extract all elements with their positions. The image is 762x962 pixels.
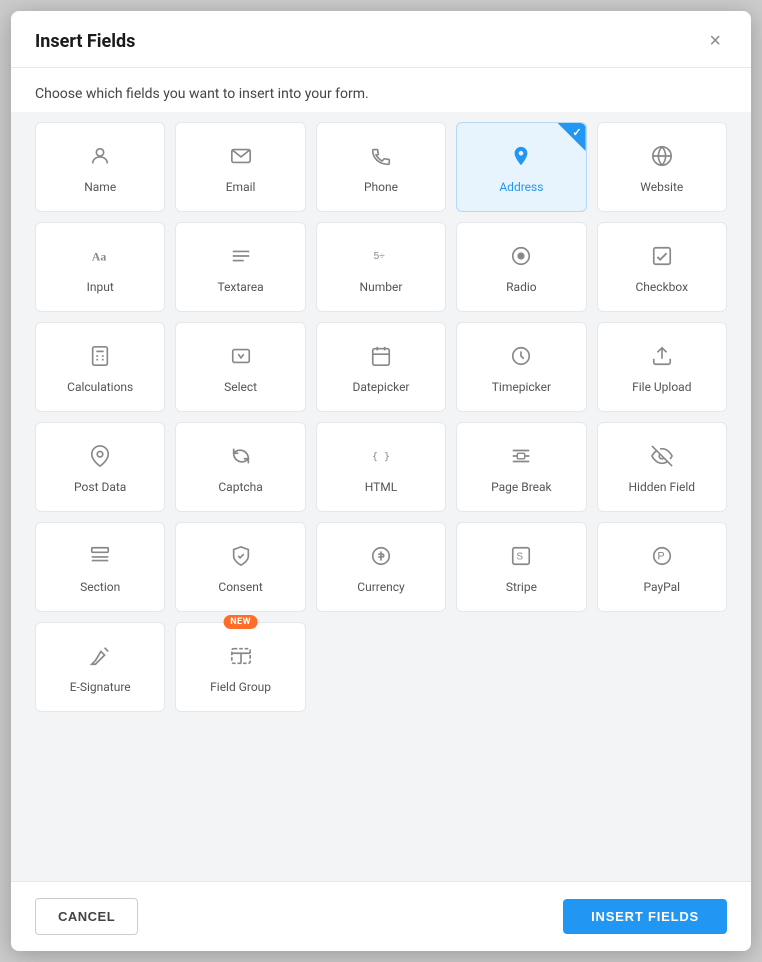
upload-icon bbox=[651, 345, 673, 372]
modal-body: Name Email Phone ✓ Address Website Aa Input Text… bbox=[11, 112, 751, 881]
modal-header: Insert Fields × bbox=[11, 11, 751, 68]
field-card-paypal[interactable]: P PayPal bbox=[597, 522, 727, 612]
input-icon: Aa bbox=[89, 245, 111, 272]
calc-icon bbox=[89, 345, 111, 372]
field-label-name: Name bbox=[84, 180, 116, 194]
field-label-checkbox: Checkbox bbox=[636, 280, 689, 294]
field-card-section[interactable]: Section bbox=[35, 522, 165, 612]
field-label-post-data: Post Data bbox=[74, 480, 126, 494]
signature-icon bbox=[89, 645, 111, 672]
field-label-page-break: Page Break bbox=[491, 480, 552, 494]
field-label-datepicker: Datepicker bbox=[352, 380, 409, 394]
fields-grid: Name Email Phone ✓ Address Website Aa Input Text… bbox=[35, 122, 727, 712]
field-card-post-data[interactable]: Post Data bbox=[35, 422, 165, 512]
field-label-consent: Consent bbox=[218, 580, 262, 594]
field-card-radio[interactable]: Radio bbox=[456, 222, 586, 312]
field-card-website[interactable]: Website bbox=[597, 122, 727, 212]
html-icon: { } bbox=[370, 445, 392, 472]
field-label-email: Email bbox=[226, 180, 256, 194]
svg-text:Aa: Aa bbox=[92, 249, 107, 263]
field-card-consent[interactable]: Consent bbox=[175, 522, 305, 612]
field-card-captcha[interactable]: Captcha bbox=[175, 422, 305, 512]
paypal-icon: P bbox=[651, 545, 673, 572]
location-icon bbox=[510, 145, 532, 172]
svg-text:P: P bbox=[657, 550, 664, 562]
field-label-input: Input bbox=[87, 280, 114, 294]
field-label-timepicker: Timepicker bbox=[492, 380, 551, 394]
date-icon bbox=[370, 345, 392, 372]
field-label-select: Select bbox=[224, 380, 257, 394]
field-label-textarea: Textarea bbox=[217, 280, 263, 294]
field-card-e-signature[interactable]: E-Signature bbox=[35, 622, 165, 712]
field-card-file-upload[interactable]: File Upload bbox=[597, 322, 727, 412]
field-label-e-signature: E-Signature bbox=[70, 680, 131, 694]
currency-icon bbox=[370, 545, 392, 572]
field-card-datepicker[interactable]: Datepicker bbox=[316, 322, 446, 412]
person-icon bbox=[89, 145, 111, 172]
field-card-address[interactable]: ✓ Address bbox=[456, 122, 586, 212]
field-label-address: Address bbox=[499, 180, 543, 194]
field-label-paypal: PayPal bbox=[644, 580, 681, 594]
field-card-html[interactable]: { } HTML bbox=[316, 422, 446, 512]
pagebreak-icon bbox=[510, 445, 532, 472]
svg-text:S: S bbox=[517, 551, 524, 562]
field-label-field-group: Field Group bbox=[210, 680, 271, 694]
radio-icon bbox=[510, 245, 532, 272]
textarea-icon bbox=[230, 245, 252, 272]
field-label-radio: Radio bbox=[506, 280, 536, 294]
email-icon bbox=[230, 145, 252, 172]
field-label-stripe: Stripe bbox=[506, 580, 537, 594]
fieldgroup-icon bbox=[230, 645, 252, 672]
close-button[interactable]: × bbox=[703, 29, 727, 53]
field-label-section: Section bbox=[80, 580, 120, 594]
captcha-icon bbox=[230, 445, 252, 472]
cancel-button[interactable]: CANCEL bbox=[35, 898, 138, 935]
modal-footer: CANCEL INSERT FIELDS bbox=[11, 881, 751, 951]
field-card-calculations[interactable]: Calculations bbox=[35, 322, 165, 412]
field-card-field-group[interactable]: NEWField Group bbox=[175, 622, 305, 712]
field-label-currency: Currency bbox=[357, 580, 404, 594]
field-card-hidden-field[interactable]: Hidden Field bbox=[597, 422, 727, 512]
checkbox-icon bbox=[651, 245, 673, 272]
new-badge: NEW bbox=[223, 615, 258, 629]
field-card-name[interactable]: Name bbox=[35, 122, 165, 212]
field-card-number[interactable]: 5÷ Number bbox=[316, 222, 446, 312]
field-label-phone: Phone bbox=[364, 180, 398, 194]
field-label-website: Website bbox=[640, 180, 683, 194]
insert-fields-modal: Insert Fields × Choose which fields you … bbox=[11, 11, 751, 951]
select-icon bbox=[230, 345, 252, 372]
globe-icon bbox=[651, 145, 673, 172]
modal-subtitle: Choose which fields you want to insert i… bbox=[11, 68, 751, 112]
field-label-calculations: Calculations bbox=[67, 380, 133, 394]
field-card-currency[interactable]: Currency bbox=[316, 522, 446, 612]
svg-text:{ }: { } bbox=[372, 451, 390, 462]
field-label-captcha: Captcha bbox=[218, 480, 262, 494]
pin-icon bbox=[89, 445, 111, 472]
field-card-email[interactable]: Email bbox=[175, 122, 305, 212]
field-card-phone[interactable]: Phone bbox=[316, 122, 446, 212]
field-label-hidden-field: Hidden Field bbox=[628, 480, 695, 494]
field-label-number: Number bbox=[360, 280, 403, 294]
field-card-page-break[interactable]: Page Break bbox=[456, 422, 586, 512]
phone-icon bbox=[370, 145, 392, 172]
field-label-file-upload: File Upload bbox=[632, 380, 691, 394]
number-icon: 5÷ bbox=[370, 245, 392, 272]
field-card-input[interactable]: Aa Input bbox=[35, 222, 165, 312]
field-card-checkbox[interactable]: Checkbox bbox=[597, 222, 727, 312]
modal-title: Insert Fields bbox=[35, 31, 135, 52]
field-label-html: HTML bbox=[365, 480, 398, 494]
stripe-icon: S bbox=[510, 545, 532, 572]
field-card-select[interactable]: Select bbox=[175, 322, 305, 412]
consent-icon bbox=[230, 545, 252, 572]
svg-text:5÷: 5÷ bbox=[374, 250, 386, 261]
section-icon bbox=[89, 545, 111, 572]
insert-fields-button[interactable]: INSERT FIELDS bbox=[563, 899, 727, 934]
time-icon bbox=[510, 345, 532, 372]
field-card-timepicker[interactable]: Timepicker bbox=[456, 322, 586, 412]
field-card-textarea[interactable]: Textarea bbox=[175, 222, 305, 312]
field-card-stripe[interactable]: S Stripe bbox=[456, 522, 586, 612]
selected-check-icon: ✓ bbox=[572, 126, 581, 139]
hidden-icon bbox=[651, 445, 673, 472]
